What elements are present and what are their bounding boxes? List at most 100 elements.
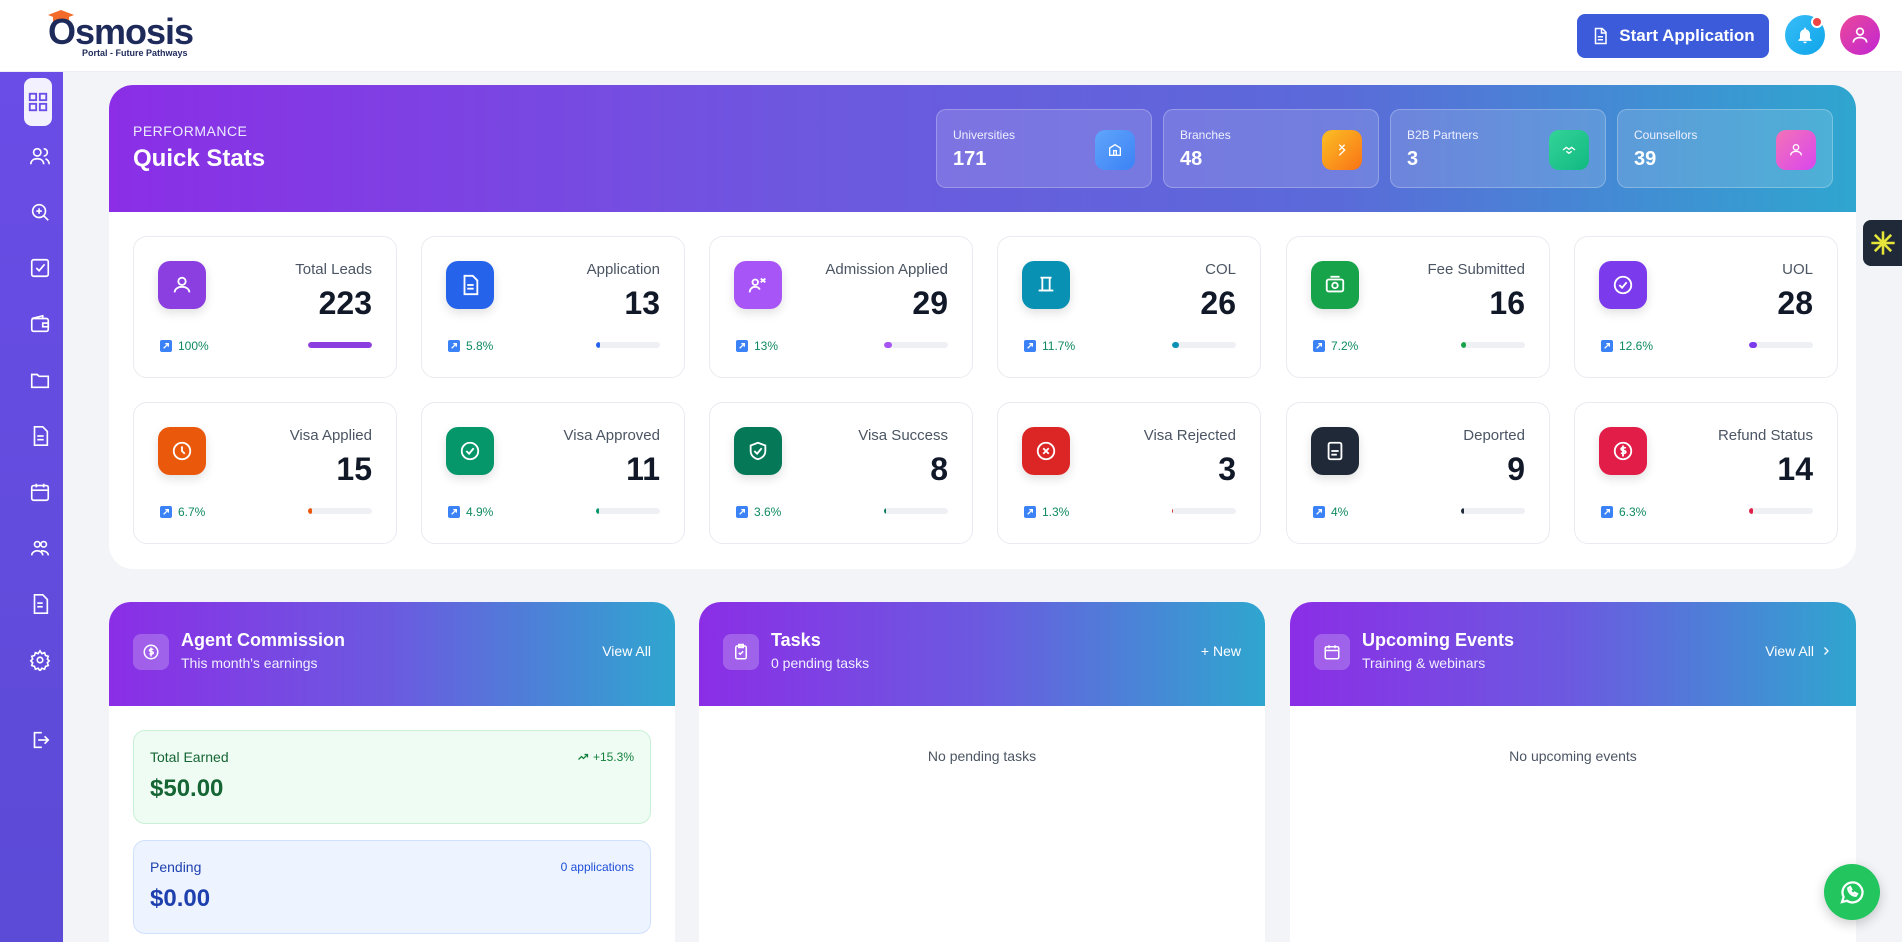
graduation-icon (734, 261, 782, 309)
user-icon (1852, 27, 1868, 43)
sidebar-item-search[interactable] (20, 192, 60, 232)
dollar-icon (133, 634, 169, 670)
stat-card-total-leads[interactable]: Total Leads 223 100% (133, 236, 397, 378)
handshake-icon (1549, 130, 1589, 170)
mini-stat-label: Branches (1180, 128, 1231, 142)
top-header: Osmosis Portal - Future Pathways Start A… (0, 0, 1902, 72)
stat-progress-bar (1172, 508, 1236, 514)
start-application-label: Start Application (1619, 26, 1755, 45)
sidebar-item-dashboard[interactable] (24, 78, 52, 126)
trend-up-icon (160, 340, 172, 352)
mini-stat-b2b-partners[interactable]: B2B Partners 3 (1390, 109, 1606, 188)
sidebar-item-tasks[interactable] (20, 248, 60, 288)
accessibility-widget-button[interactable] (1863, 220, 1902, 266)
stat-card-col[interactable]: COL 26 11.7% (997, 236, 1261, 378)
notifications-button[interactable] (1785, 15, 1825, 55)
sidebar-item-calendar[interactable] (20, 472, 60, 512)
trend-up-icon (736, 340, 748, 352)
osmosis-logo[interactable]: Osmosis Portal - Future Pathways (48, 10, 218, 58)
trend-up-icon (578, 753, 589, 760)
stats-panel: Total Leads 223 100% Application 13 5.8% Admis… (109, 212, 1856, 569)
stat-progress-bar (308, 508, 372, 514)
dollar-icon (1599, 427, 1647, 475)
stat-card-visa-rejected[interactable]: Visa Rejected 3 1.3% (997, 402, 1261, 544)
logo-tagline: Portal - Future Pathways (82, 48, 188, 58)
stat-label: Visa Success (858, 427, 948, 444)
stat-card-uol[interactable]: UOL 28 12.6% (1574, 236, 1838, 378)
mini-stat-value: 48 (1180, 148, 1203, 170)
stat-progress-fill (884, 342, 893, 348)
sidebar-item-reports[interactable] (20, 584, 60, 624)
file-icon (33, 594, 49, 614)
stat-trend: 12.6% (1601, 339, 1653, 353)
stat-card-refund-status[interactable]: Refund Status 14 6.3% (1574, 402, 1838, 544)
view-all-commission-link[interactable]: View All (602, 643, 651, 659)
stat-trend: 13% (736, 339, 778, 353)
stat-card-admission-applied[interactable]: Admission Applied 29 13% (709, 236, 973, 378)
trend-up-icon (1601, 506, 1613, 518)
trend-up-icon (448, 506, 460, 518)
stat-trend: 3.6% (736, 505, 781, 519)
grid-icon (28, 92, 48, 112)
stat-progress-bar (1172, 342, 1236, 348)
mini-stat-counsellors[interactable]: Counsellors 39 (1617, 109, 1833, 188)
stat-progress-fill (1461, 342, 1466, 348)
whatsapp-chat-button[interactable] (1824, 864, 1880, 920)
stat-trend-value: 6.7% (178, 505, 206, 519)
stat-label: Application (586, 261, 660, 278)
stat-trend-value: 4% (1331, 505, 1349, 519)
view-all-events-link[interactable]: View All (1765, 643, 1832, 659)
shield-check-icon (734, 427, 782, 475)
new-task-button[interactable]: + New (1201, 643, 1241, 659)
pending-count: 0 applications (560, 860, 634, 874)
stat-card-visa-approved[interactable]: Visa Approved 11 4.9% (421, 402, 685, 544)
panel-title: Agent Commission (181, 630, 346, 650)
panel-header: Upcoming Events Training & webinars View… (1290, 602, 1856, 706)
stat-value: 14 (1777, 451, 1813, 487)
stat-card-visa-success[interactable]: Visa Success 8 3.6% (709, 402, 973, 544)
stat-value: 28 (1777, 285, 1813, 321)
stat-card-visa-applied[interactable]: Visa Applied 15 6.7% (133, 402, 397, 544)
stat-label: COL (1205, 261, 1236, 278)
panel-title: Upcoming Events (1362, 630, 1515, 650)
stat-label: Visa Approved (563, 427, 660, 444)
sidebar-item-team[interactable] (20, 528, 60, 568)
stat-trend: 11.7% (1024, 339, 1075, 353)
stat-card-application[interactable]: Application 13 5.8% (421, 236, 685, 378)
stat-trend: 5.8% (448, 339, 493, 353)
user-avatar-button[interactable] (1840, 15, 1880, 55)
sidebar-item-settings[interactable] (20, 640, 60, 680)
sidebar-item-wallet[interactable] (20, 304, 60, 344)
check-circle-icon (446, 427, 494, 475)
stat-progress-fill (1749, 508, 1754, 514)
start-application-button[interactable]: Start Application (1577, 14, 1769, 58)
trend-up-icon (1024, 340, 1036, 352)
upcoming-events-panel: Upcoming Events Training & webinars View… (1290, 602, 1856, 942)
team-icon (30, 540, 50, 556)
mini-stat-branches[interactable]: Branches 48 (1163, 109, 1379, 188)
sidebar-item-documents[interactable] (20, 416, 60, 456)
notification-badge (1811, 16, 1823, 28)
mini-stat-universities[interactable]: Universities 171 (936, 109, 1152, 188)
sidebar-item-folders[interactable] (20, 360, 60, 400)
stat-label: Visa Applied (289, 427, 372, 444)
stat-value: 29 (912, 285, 948, 321)
stat-card-deported[interactable]: Deported 9 4% (1286, 402, 1550, 544)
trend-up-icon (1313, 506, 1325, 518)
stat-trend: 4.9% (448, 505, 493, 519)
clipboard-check-icon (723, 634, 759, 670)
stat-value: 9 (1507, 451, 1525, 487)
passport-icon (1311, 427, 1359, 475)
sidebar-item-logout[interactable] (20, 720, 60, 760)
stat-trend-value: 100% (178, 339, 209, 353)
calendar-icon (30, 483, 50, 502)
stat-trend-value: 3.6% (754, 505, 782, 519)
stat-label: UOL (1782, 261, 1813, 278)
stat-progress-bar (884, 508, 948, 514)
pending-label: Pending (150, 859, 202, 875)
stat-value: 15 (336, 451, 372, 487)
stat-value: 223 (318, 285, 372, 321)
stat-card-fee-submitted[interactable]: Fee Submitted 16 7.2% (1286, 236, 1550, 378)
sidebar-item-leads[interactable] (20, 136, 60, 176)
total-earned-value: $50.00 (150, 775, 224, 802)
